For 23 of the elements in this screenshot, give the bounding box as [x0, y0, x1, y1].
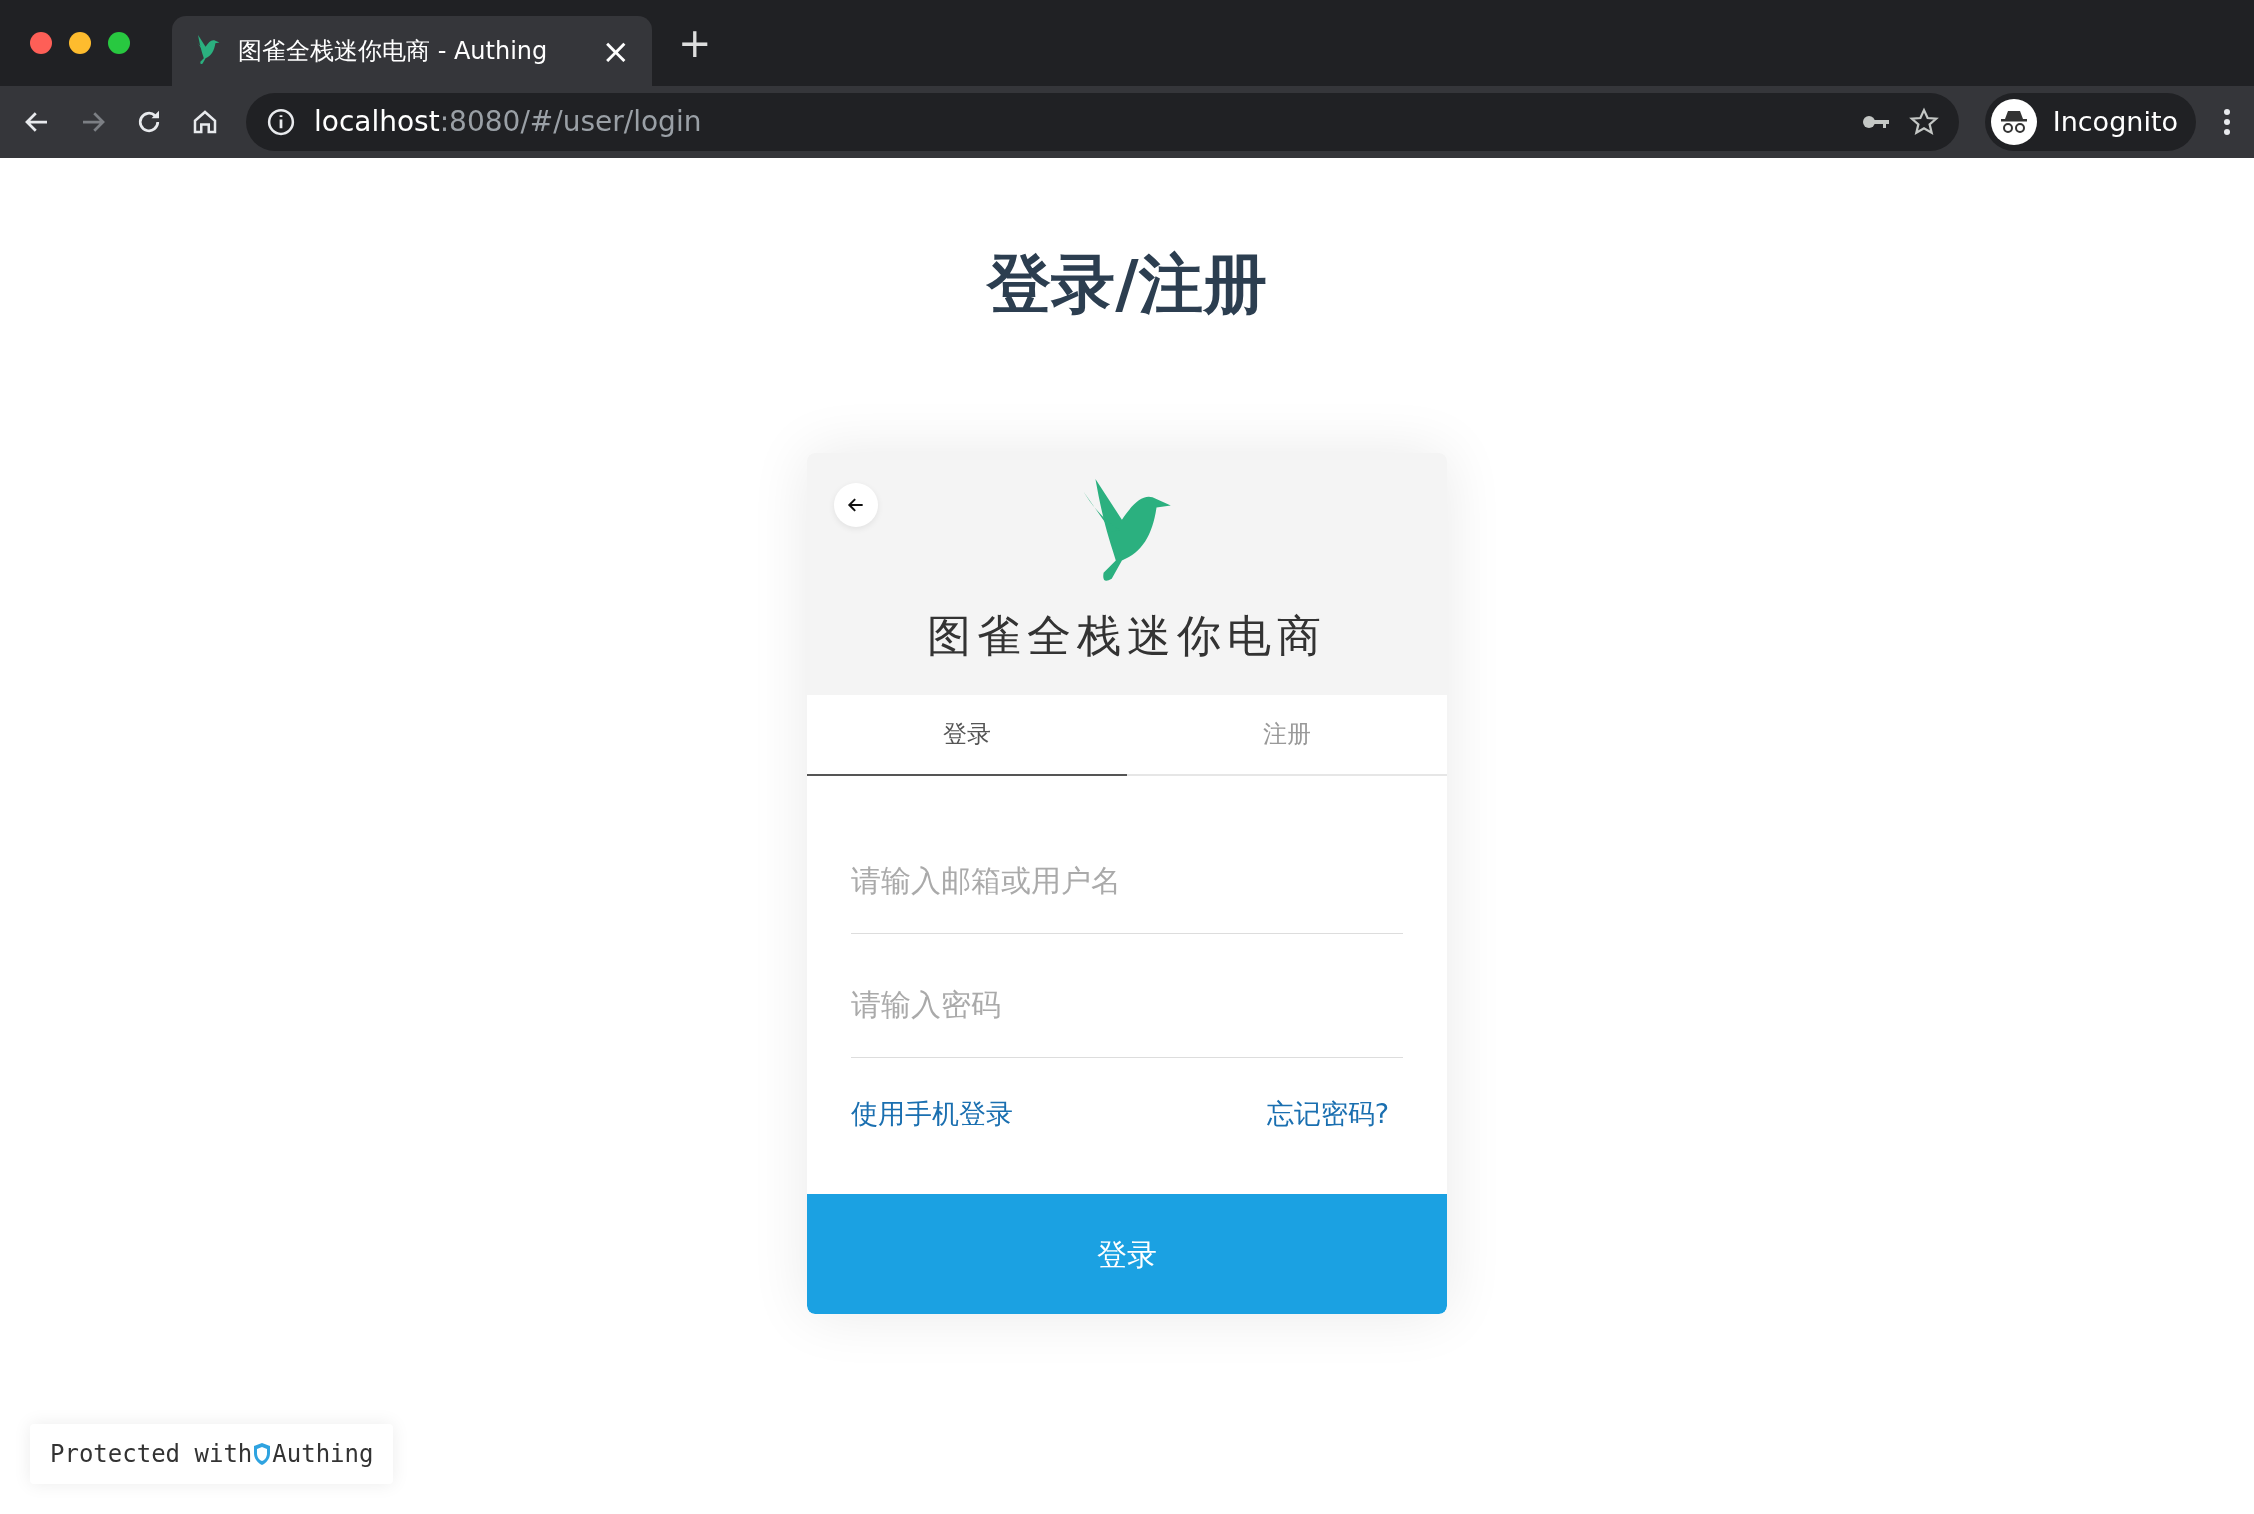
- zoom-window-button[interactable]: [108, 32, 130, 54]
- close-tab-button[interactable]: ×: [601, 34, 630, 68]
- brand-text: Authing: [272, 1439, 374, 1470]
- tab-title: 图雀全栈迷你电商 - Authing: [238, 36, 548, 67]
- new-tab-button[interactable]: +: [678, 23, 712, 63]
- menu-button[interactable]: [2222, 107, 2232, 137]
- form-link[interactable]: 使用手机登录: [851, 1093, 1013, 1135]
- incognito-profile-button[interactable]: Incognito: [1984, 93, 2196, 151]
- star-icon[interactable]: [1908, 107, 1939, 137]
- incognito-icon: [1990, 99, 2037, 145]
- browser-tab[interactable]: 图雀全栈迷你电商 - Authing ×: [172, 16, 652, 86]
- badge-text: Protected with: [50, 1439, 253, 1470]
- url-text: localhost:8080/#/user/login: [314, 104, 702, 140]
- form-link[interactable]: 忘记密码?: [1266, 1093, 1389, 1135]
- back-button[interactable]: [834, 482, 878, 527]
- app-name: 图雀全栈迷你电商: [927, 608, 1327, 663]
- address-bar[interactable]: localhost:8080/#/user/login: [246, 93, 1959, 151]
- form-tab[interactable]: 登录: [807, 694, 1127, 776]
- minimize-window-button[interactable]: [69, 32, 91, 54]
- shield-icon: [252, 1442, 273, 1466]
- close-window-button[interactable]: [30, 32, 52, 54]
- info-icon: [266, 107, 296, 137]
- page-title: 登录/注册: [985, 246, 1268, 323]
